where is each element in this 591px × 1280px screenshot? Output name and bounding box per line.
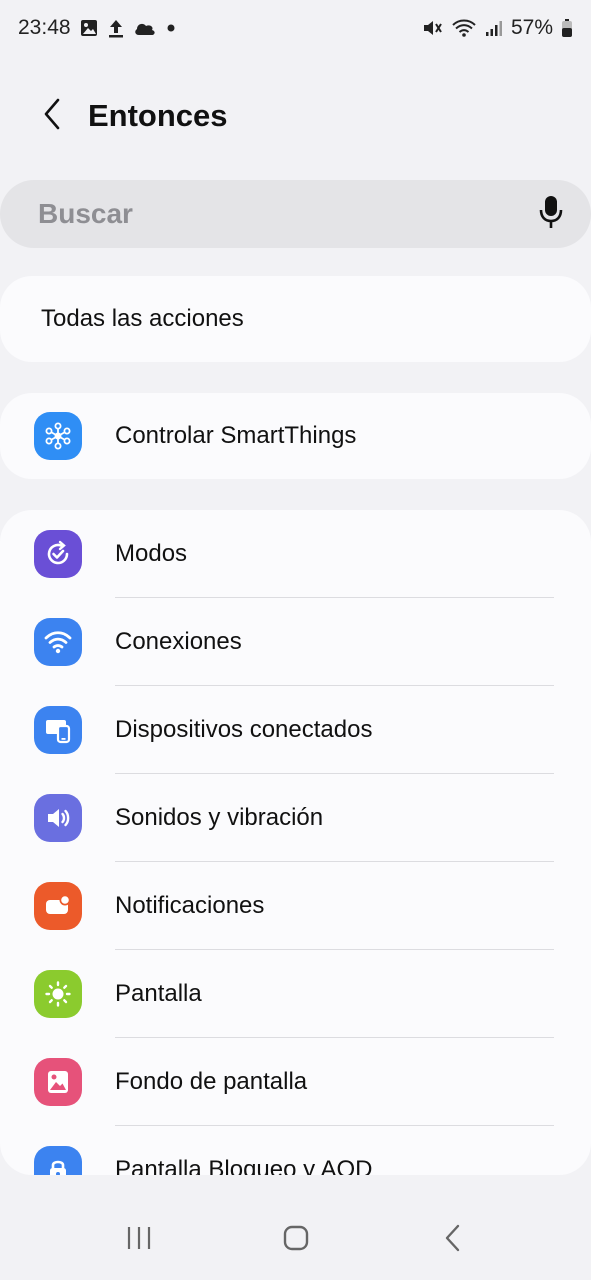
smartthings-label: Controlar SmartThings: [115, 422, 357, 449]
list-item-label: Conexiones: [115, 628, 242, 655]
navigation-bar: [0, 1200, 591, 1280]
gallery-icon: [79, 18, 99, 38]
sound-icon: [34, 794, 82, 842]
list-item-pantalla[interactable]: Pantalla: [0, 950, 591, 1038]
wifi-icon: [451, 18, 477, 38]
home-icon: [282, 1224, 310, 1257]
wifi-icon: [34, 618, 82, 666]
list-item-label: Modos: [115, 540, 188, 567]
list-item-modos[interactable]: Modos: [0, 510, 591, 598]
settings-list: Modos Conexiones Dispositivos conectados…: [0, 510, 591, 1175]
home-button[interactable]: [256, 1210, 336, 1270]
list-item-label: Sonidos y vibración: [115, 804, 324, 831]
status-left: 23:48: [18, 16, 177, 40]
list-item-label: Dispositivos conectados: [115, 716, 373, 743]
signal-icon: [485, 19, 503, 37]
list-item-dispositivos[interactable]: Dispositivos conectados: [0, 686, 591, 774]
status-bar: 23:48 57%: [0, 0, 591, 56]
back-button[interactable]: [22, 86, 82, 146]
list-item-sonidos[interactable]: Sonidos y vibración: [0, 774, 591, 862]
notifications-icon: [34, 882, 82, 930]
battery-percent: 57%: [510, 16, 553, 39]
status-time: 23:48: [18, 16, 71, 39]
all-actions-card[interactable]: Todas las acciones: [0, 276, 591, 362]
battery-icon: [561, 18, 573, 38]
page-title: Entonces: [88, 98, 228, 133]
search-bar[interactable]: [0, 180, 591, 248]
cloud-icon: [133, 20, 157, 36]
smartthings-icon: [34, 412, 82, 460]
smartthings-card[interactable]: Controlar SmartThings: [0, 393, 591, 479]
modes-icon: [34, 530, 82, 578]
all-actions-label: Todas las acciones: [41, 305, 244, 332]
search-input[interactable]: [38, 198, 458, 230]
list-item-fondo[interactable]: Fondo de pantalla: [0, 1038, 591, 1126]
recents-button[interactable]: [99, 1210, 179, 1270]
upload-icon: [107, 18, 125, 38]
list-item-conexiones[interactable]: Conexiones: [0, 598, 591, 686]
list-item-label: Fondo de pantalla: [115, 1068, 308, 1095]
list-item-label: Pantalla Bloqueo y AOD: [115, 1156, 373, 1175]
list-item-notificaciones[interactable]: Notificaciones: [0, 862, 591, 950]
brightness-icon: [34, 970, 82, 1018]
app-bar: Entonces: [0, 80, 591, 152]
status-right: 57%: [421, 16, 573, 40]
mic-icon[interactable]: [539, 195, 563, 234]
chevron-left-icon: [41, 97, 63, 136]
nav-back-button[interactable]: [413, 1210, 493, 1270]
wallpaper-icon: [34, 1058, 82, 1106]
list-item-label: Notificaciones: [115, 892, 265, 919]
lock-icon: [34, 1146, 82, 1175]
back-icon: [443, 1223, 463, 1258]
recents-icon: [126, 1225, 152, 1256]
devices-icon: [34, 706, 82, 754]
smartthings-row[interactable]: Controlar SmartThings: [0, 393, 591, 479]
dot-icon: [165, 22, 177, 34]
list-item-bloqueo[interactable]: Pantalla Bloqueo y AOD: [0, 1126, 591, 1175]
mute-icon: [421, 18, 443, 38]
list-item-label: Pantalla: [115, 980, 202, 1007]
